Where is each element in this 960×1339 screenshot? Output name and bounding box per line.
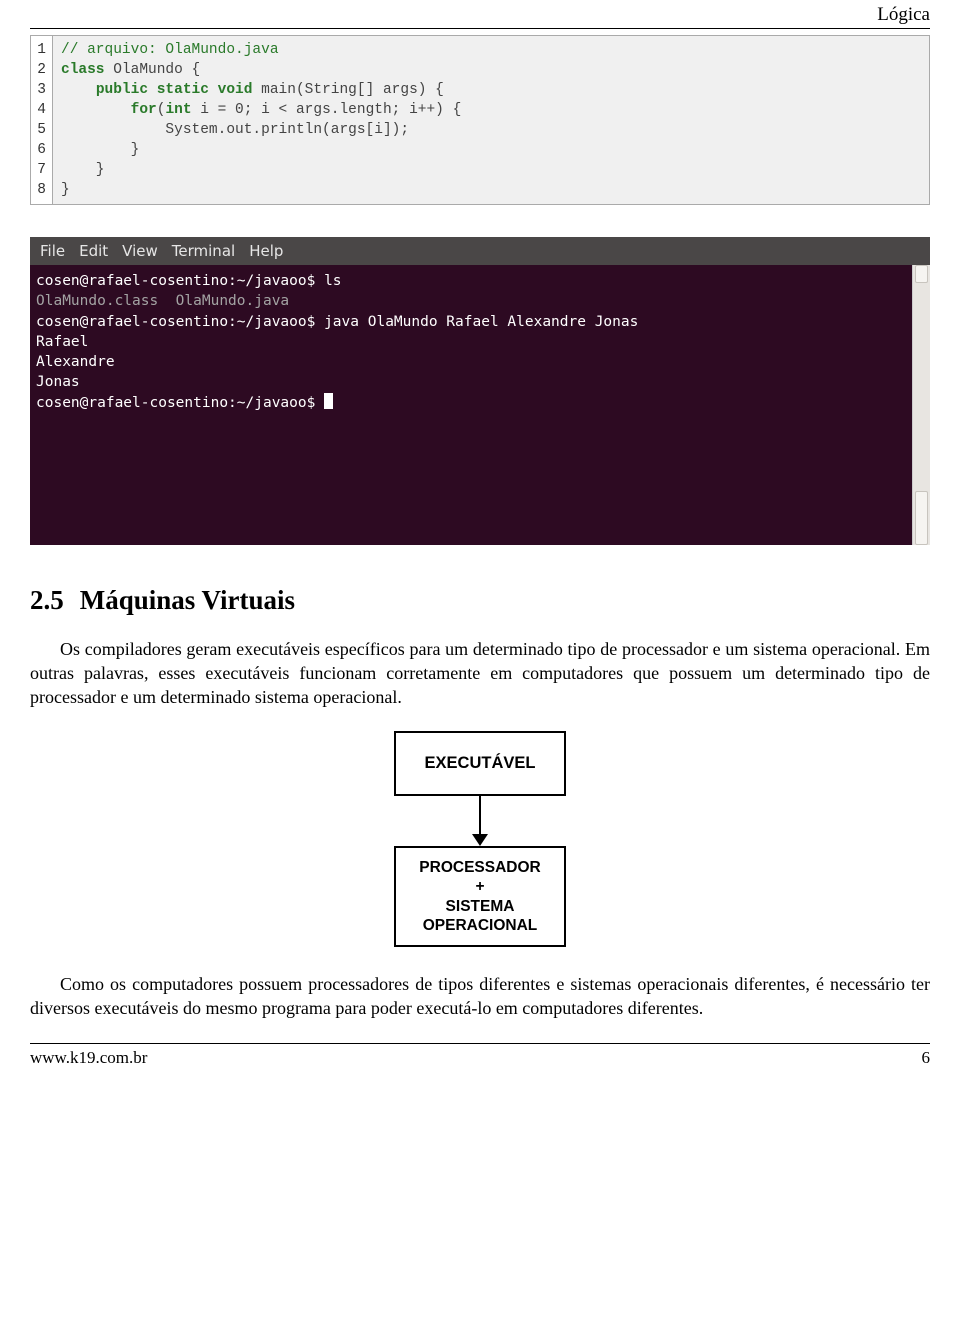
- diagram-box-processador: PROCESSADOR + SISTEMA OPERACIONAL: [394, 846, 566, 948]
- lineno: 7: [33, 160, 46, 180]
- lineno: 5: [33, 120, 46, 140]
- diagram-text: +: [402, 877, 558, 896]
- lineno: 1: [33, 40, 46, 60]
- lineno: 4: [33, 100, 46, 120]
- terminal-line: cosen@rafael-cosentino:~/javaoo$ ls: [36, 273, 342, 289]
- code-text: OlaMundo {: [105, 62, 201, 78]
- lineno: 6: [33, 140, 46, 160]
- scrollbar-thumb[interactable]: [915, 265, 928, 283]
- terminal-line: cosen@rafael-cosentino:~/javaoo$: [36, 395, 324, 411]
- page-footer: www.k19.com.br 6: [30, 1043, 930, 1068]
- diagram-text: SISTEMA: [402, 897, 558, 916]
- menu-help[interactable]: Help: [249, 242, 283, 260]
- terminal-line: cosen@rafael-cosentino:~/javaoo$ java Ol…: [36, 314, 638, 330]
- section-title: Máquinas Virtuais: [80, 585, 295, 615]
- arrow-down-icon: [472, 796, 488, 846]
- section-heading: 2.5 Máquinas Virtuais: [30, 585, 930, 616]
- menu-view[interactable]: View: [122, 242, 158, 260]
- diagram-box-executavel: EXECUTÁVEL: [394, 731, 566, 796]
- code-text: System.out.println(args[i]);: [61, 122, 409, 138]
- page-header: Lógica: [30, 0, 930, 29]
- code-kw: class: [61, 62, 105, 78]
- terminal-line: Rafael: [36, 334, 88, 350]
- code-content: // arquivo: OlaMundo.java class OlaMundo…: [53, 36, 929, 204]
- menu-edit[interactable]: Edit: [79, 242, 108, 260]
- terminal-scrollbar[interactable]: [912, 265, 930, 545]
- code-line: // arquivo: OlaMundo.java: [61, 42, 279, 58]
- lineno: 2: [33, 60, 46, 80]
- body-paragraph: Os compiladores geram executáveis especí…: [30, 638, 930, 709]
- terminal-menubar: File Edit View Terminal Help: [30, 237, 930, 265]
- terminal-cursor-icon: [324, 393, 333, 409]
- code-kw: for: [131, 102, 157, 118]
- menu-file[interactable]: File: [40, 242, 65, 260]
- terminal-line: Alexandre: [36, 354, 115, 370]
- body-paragraph: Como os computadores possuem processador…: [30, 973, 930, 1021]
- menu-terminal[interactable]: Terminal: [172, 242, 235, 260]
- lineno: 3: [33, 80, 46, 100]
- diagram: EXECUTÁVEL PROCESSADOR + SISTEMA OPERACI…: [30, 731, 930, 947]
- terminal-line: Jonas: [36, 374, 80, 390]
- chapter-title: Lógica: [877, 4, 930, 25]
- code-kw: public static void: [96, 82, 253, 98]
- scrollbar-thumb[interactable]: [915, 491, 928, 545]
- section-number: 2.5: [30, 585, 64, 615]
- code-text: i = 0; i < args.length; i++) {: [192, 102, 462, 118]
- code-text: }: [61, 142, 139, 158]
- terminal-window: File Edit View Terminal Help cosen@rafae…: [30, 237, 930, 545]
- diagram-text: OPERACIONAL: [402, 916, 558, 935]
- code-text: main(String[] args) {: [252, 82, 443, 98]
- code-listing: 1 2 3 4 5 6 7 8 // arquivo: OlaMundo.jav…: [30, 35, 930, 205]
- footer-pagenum: 6: [922, 1048, 931, 1068]
- diagram-text: PROCESSADOR: [402, 858, 558, 877]
- code-text: }: [61, 162, 105, 178]
- code-linenumbers: 1 2 3 4 5 6 7 8: [31, 36, 53, 204]
- code-text: }: [61, 182, 70, 198]
- footer-url: www.k19.com.br: [30, 1048, 147, 1068]
- lineno: 8: [33, 180, 46, 200]
- code-kw: int: [165, 102, 191, 118]
- terminal-body[interactable]: cosen@rafael-cosentino:~/javaoo$ ls OlaM…: [30, 265, 912, 545]
- terminal-line: OlaMundo.class OlaMundo.java: [36, 293, 289, 309]
